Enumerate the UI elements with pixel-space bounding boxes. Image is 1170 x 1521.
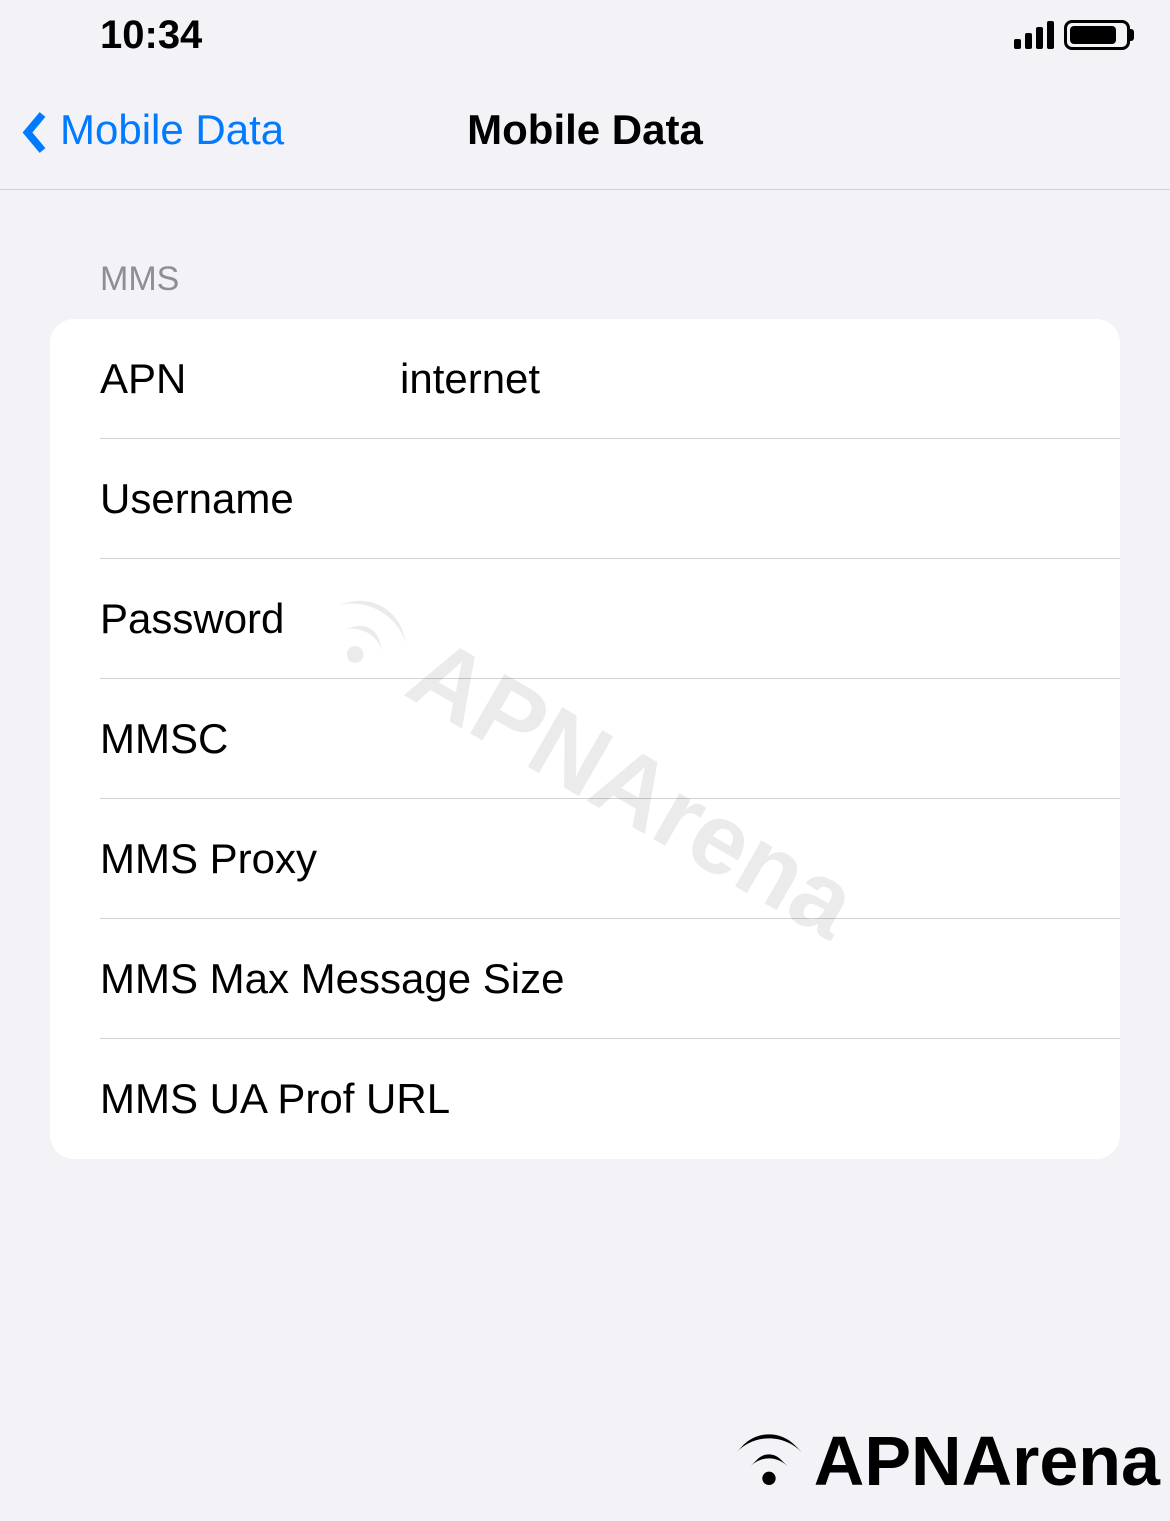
mmsc-input[interactable] [400,715,1120,763]
wifi-icon [729,1421,809,1501]
username-label: Username [100,475,400,523]
apn-row[interactable]: APN [50,319,1120,439]
navigation-bar: Mobile Data Mobile Data [0,70,1170,190]
username-input[interactable] [400,475,1120,523]
password-row[interactable]: Password [50,559,1120,679]
battery-icon [1064,20,1130,50]
watermark-bottom-text: APNArena [814,1421,1160,1501]
section-header: MMS [0,260,1170,319]
mms-max-size-input[interactable] [564,955,1120,1003]
status-bar: 10:34 [0,0,1170,70]
back-button[interactable]: Mobile Data [20,106,284,154]
username-row[interactable]: Username [50,439,1120,559]
apn-label: APN [100,355,400,403]
mms-max-size-row[interactable]: MMS Max Message Size [50,919,1120,1039]
mms-ua-prof-url-row[interactable]: MMS UA Prof URL [50,1039,1120,1159]
chevron-left-icon [20,110,50,150]
mmsc-label: MMSC [100,715,400,763]
mms-proxy-input[interactable] [400,835,1120,883]
mms-max-size-label: MMS Max Message Size [100,955,564,1003]
settings-group: APN Username Password MMSC MMS Proxy MMS… [50,319,1120,1159]
cellular-signal-icon [1014,21,1054,49]
watermark-bottom: APNArena [729,1421,1160,1501]
mms-ua-prof-url-label: MMS UA Prof URL [100,1075,450,1123]
content-area: MMS APN Username Password MMSC MMS Proxy… [0,190,1170,1159]
status-indicators [1014,20,1130,50]
mmsc-row[interactable]: MMSC [50,679,1120,799]
password-label: Password [100,595,400,643]
apn-input[interactable] [400,355,1120,403]
page-title: Mobile Data [467,106,703,154]
mms-ua-prof-url-input[interactable] [450,1075,1120,1123]
back-button-label: Mobile Data [60,106,284,154]
mms-proxy-label: MMS Proxy [100,835,400,883]
mms-proxy-row[interactable]: MMS Proxy [50,799,1120,919]
password-input[interactable] [400,595,1120,643]
status-time: 10:34 [100,13,202,58]
